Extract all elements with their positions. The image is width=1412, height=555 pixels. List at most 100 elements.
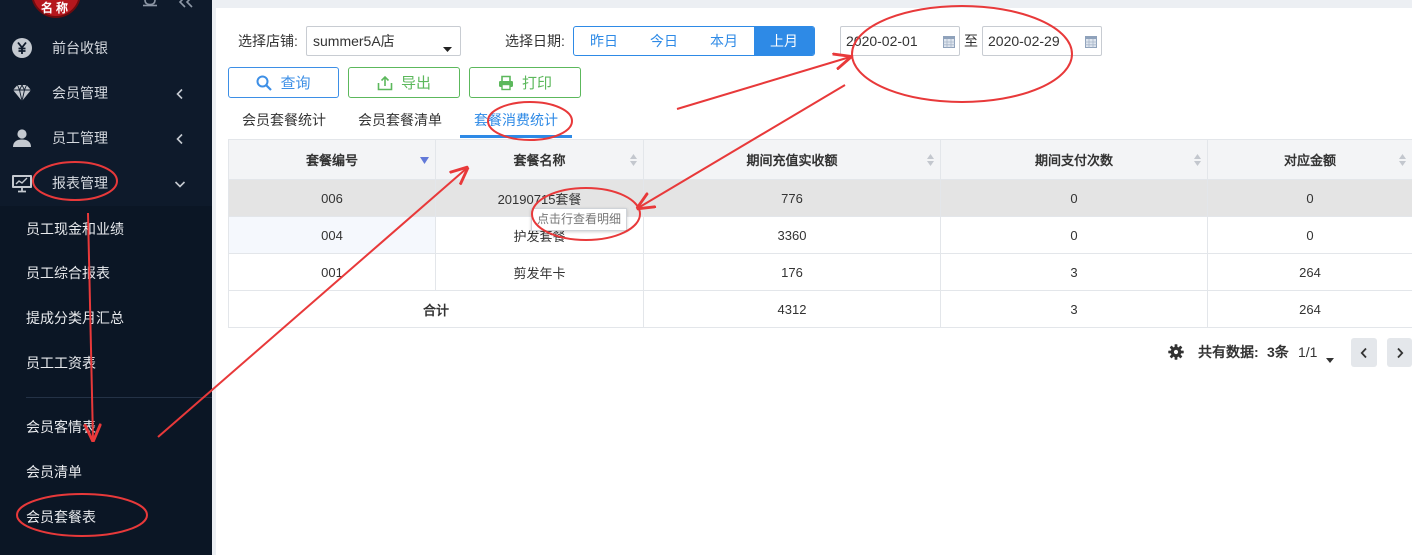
- sort-icon[interactable]: [1399, 154, 1406, 166]
- sidebar-item-member-management[interactable]: 会员管理: [0, 71, 212, 116]
- column-header-amount[interactable]: 对应金额: [1207, 139, 1412, 180]
- chevron-right-icon: [1396, 347, 1403, 358]
- column-header-payment-count[interactable]: 期间支付次数: [940, 139, 1208, 180]
- column-header-recharge-received[interactable]: 期间充值实收额: [643, 139, 941, 180]
- cell-amount: 264: [1207, 253, 1412, 291]
- page-indicator[interactable]: 1/1: [1298, 342, 1317, 362]
- cell-amount: 0: [1207, 179, 1412, 217]
- tab-package-statistics[interactable]: 会员套餐统计: [228, 107, 340, 138]
- cell-recharge-received: 3360: [643, 216, 941, 254]
- date-to-input[interactable]: 2020-02-29: [982, 26, 1102, 56]
- chevron-down-icon: [174, 177, 186, 189]
- cell-package-name: 剪发年卡: [435, 253, 644, 291]
- bell-icon[interactable]: [141, 0, 159, 13]
- yen-coin-icon: [11, 37, 33, 59]
- chevron-left-icon: [174, 132, 186, 145]
- column-header-package-id[interactable]: 套餐编号: [228, 139, 436, 180]
- sort-icon[interactable]: [1194, 154, 1201, 166]
- total-records-label: 共有数据:: [1198, 344, 1259, 360]
- sort-icon[interactable]: [927, 154, 934, 166]
- submenu-item-commission-monthly[interactable]: 提成分类月汇总: [0, 296, 212, 340]
- sort-icon[interactable]: [630, 154, 637, 166]
- sidebar: 名称 前台收银 会员管理 员工管理 报表管理 员工现金和业绩 员工综合报表 提成…: [0, 0, 212, 555]
- sidebar-item-staff-management[interactable]: 员工管理: [0, 116, 212, 161]
- tab-package-list[interactable]: 会员套餐清单: [344, 107, 456, 138]
- logo-text: 名称: [40, 1, 71, 15]
- export-button-label: 导出: [400, 75, 431, 92]
- main-panel: 选择店铺: summer5A店 选择日期: 昨日 今日 本月 上月 2020-0…: [216, 8, 1412, 555]
- submenu-item-member-relations[interactable]: 会员客情表: [0, 405, 212, 449]
- table-row[interactable]: 001 剪发年卡 176 3 264: [228, 253, 1412, 291]
- table-row[interactable]: 006 20190715套餐 776 0 0: [228, 179, 1412, 217]
- sidebar-item-cashier[interactable]: 前台收银: [0, 26, 212, 71]
- chevron-left-icon: [1360, 347, 1367, 358]
- cell-payment-count: 0: [940, 179, 1208, 217]
- cell-payment-count: 3: [940, 253, 1208, 291]
- calendar-icon[interactable]: [1085, 35, 1097, 51]
- cell-package-id: 001: [228, 253, 436, 291]
- submenu-divider: [26, 397, 212, 398]
- quick-date-last-month[interactable]: 上月: [754, 27, 814, 55]
- monitor-icon: [11, 172, 33, 194]
- store-select[interactable]: summer5A店: [306, 26, 461, 56]
- cell-recharge-received: 176: [643, 253, 941, 291]
- query-button[interactable]: 查询: [228, 67, 339, 98]
- submenu-item-staff-salary[interactable]: 员工工资表: [0, 341, 212, 385]
- sidebar-item-label: 前台收银: [52, 40, 108, 56]
- chevron-left-icon: [174, 87, 186, 100]
- date-label: 选择日期:: [505, 33, 565, 49]
- report-table: 套餐编号 套餐名称 期间充值实收额 期间支付次数 对应金额 006 201907…: [228, 139, 1412, 328]
- submenu-item-label: 会员套餐表: [26, 509, 96, 525]
- sidebar-item-label: 员工管理: [52, 130, 108, 146]
- submenu-item-staff-summary-report[interactable]: 员工综合报表: [0, 251, 212, 295]
- prev-page-button[interactable]: [1351, 338, 1377, 367]
- date-from-input[interactable]: 2020-02-01: [840, 26, 960, 56]
- quick-date-yesterday[interactable]: 昨日: [574, 27, 634, 55]
- date-from-value: 2020-02-01: [846, 33, 918, 49]
- total-recharge-received: 4312: [643, 290, 941, 328]
- submenu-item-member-list[interactable]: 会员清单: [0, 450, 212, 494]
- submenu-item-label: 会员客情表: [26, 419, 96, 435]
- total-label: 合计: [228, 290, 644, 328]
- export-icon: [377, 75, 393, 91]
- cell-package-id: 004: [228, 216, 436, 254]
- total-row: 合计 4312 3 264: [228, 290, 1412, 328]
- submenu-item-label: 员工综合报表: [26, 265, 110, 281]
- sort-desc-icon[interactable]: [420, 157, 429, 164]
- cell-recharge-received: 776: [643, 179, 941, 217]
- printer-icon: [498, 75, 514, 91]
- submenu-item-label: 提成分类月汇总: [26, 310, 124, 326]
- print-button[interactable]: 打印: [469, 67, 581, 98]
- table-header-row: 套餐编号 套餐名称 期间充值实收额 期间支付次数 对应金额: [228, 139, 1412, 180]
- diamond-icon: [11, 82, 33, 104]
- submenu-item-label: 员工工资表: [26, 355, 96, 371]
- table-row[interactable]: 004 护发套餐 3360 0 0: [228, 216, 1412, 254]
- total-payment-count: 3: [940, 290, 1208, 328]
- collapse-icon[interactable]: [178, 0, 194, 12]
- query-button-label: 查询: [280, 75, 311, 92]
- quick-date-group: 昨日 今日 本月 上月: [573, 26, 815, 56]
- logo[interactable]: 名称: [31, 0, 81, 18]
- user-icon: [11, 127, 33, 149]
- total-amount: 264: [1207, 290, 1412, 328]
- tab-package-consumption[interactable]: 套餐消费统计: [460, 107, 572, 138]
- sidebar-item-reports[interactable]: 报表管理: [0, 161, 212, 206]
- export-button[interactable]: 导出: [348, 67, 460, 98]
- calendar-icon[interactable]: [943, 35, 955, 51]
- store-select-value: summer5A店: [313, 33, 395, 49]
- quick-date-today[interactable]: 今日: [634, 27, 694, 55]
- submenu-item-label: 会员清单: [26, 464, 82, 480]
- cell-amount: 0: [1207, 216, 1412, 254]
- sidebar-item-label: 报表管理: [52, 175, 108, 191]
- caret-down-icon[interactable]: [1326, 350, 1334, 366]
- gear-icon[interactable]: [1168, 344, 1184, 363]
- column-header-package-name[interactable]: 套餐名称: [435, 139, 644, 180]
- quick-date-this-month[interactable]: 本月: [694, 27, 754, 55]
- row-tooltip: 点击行查看明细: [531, 208, 627, 231]
- store-label: 选择店铺:: [238, 33, 298, 49]
- submenu-item-member-package[interactable]: 会员套餐表: [0, 495, 212, 539]
- total-records-count: 3条: [1267, 344, 1289, 360]
- submenu-item-staff-cash-performance[interactable]: 员工现金和业绩: [0, 207, 212, 251]
- column-header-label: 期间支付次数: [1034, 153, 1113, 168]
- next-page-button[interactable]: [1387, 338, 1412, 367]
